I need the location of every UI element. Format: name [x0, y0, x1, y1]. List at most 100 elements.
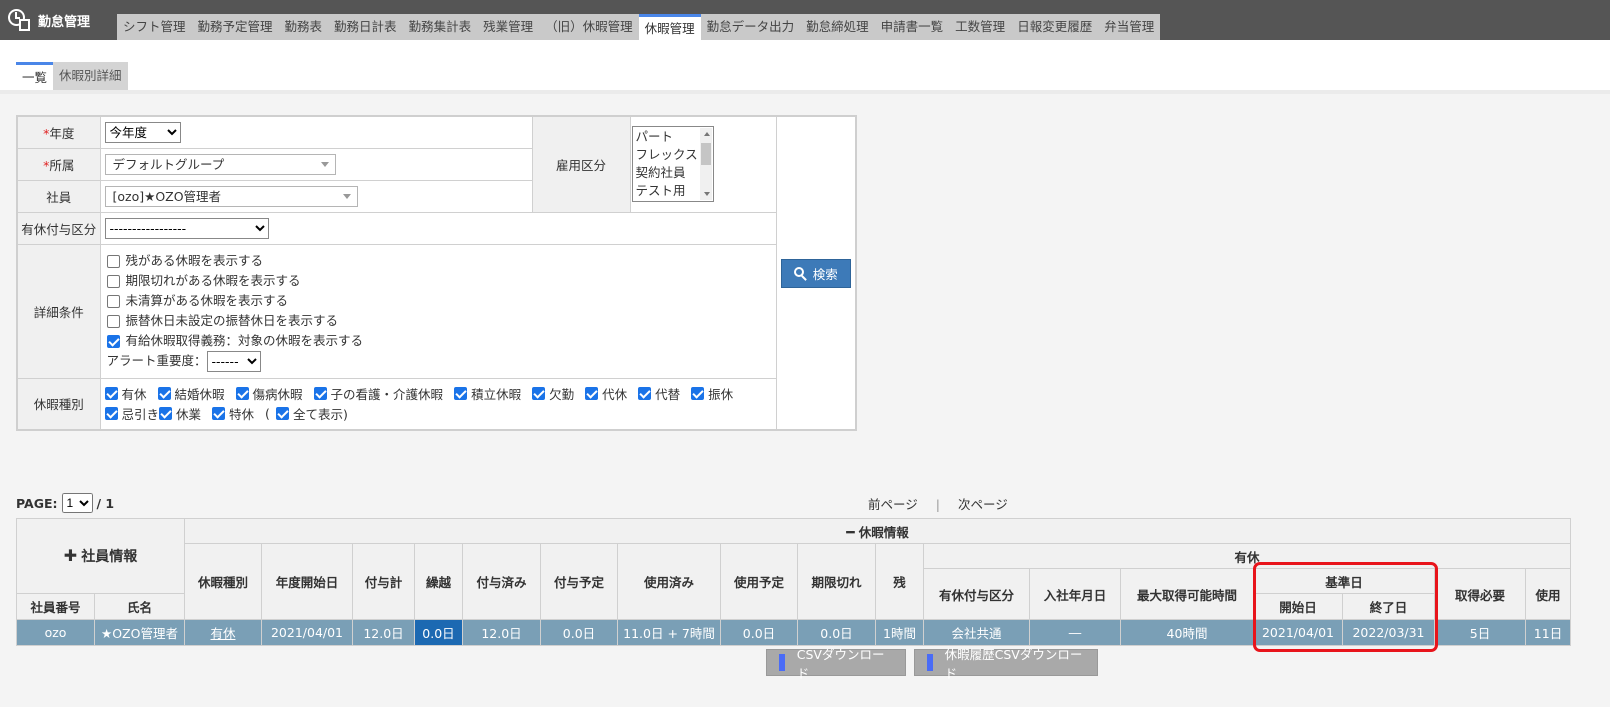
checkbox[interactable]: [106, 254, 120, 268]
tab-timesheet[interactable]: 勤務表: [278, 14, 329, 40]
employee-info-group[interactable]: ✚ 社員情報: [16, 518, 185, 594]
kind-option[interactable]: 代替: [638, 384, 680, 404]
cell-remaining: 1時間: [875, 619, 924, 646]
checkbox[interactable]: [106, 314, 120, 328]
csv-download-button[interactable]: CSVダウンロード: [766, 647, 906, 681]
detail-option[interactable]: 振替休日未設定の振替休日を表示する: [106, 311, 776, 331]
scroll-up-icon[interactable]: [703, 132, 710, 137]
tab-daily-report[interactable]: 勤務日計表: [328, 14, 403, 40]
cell-expired: 0.0日: [797, 619, 876, 646]
employee-label: 社員: [16, 179, 101, 213]
tab-closing[interactable]: 勤怠締処理: [800, 14, 875, 40]
col-start-date: 開始日: [1253, 593, 1343, 620]
checkbox: [454, 387, 468, 401]
detail-option[interactable]: 残がある休暇を表示する: [106, 251, 776, 271]
tab-applications[interactable]: 申請書一覧: [874, 14, 950, 40]
collapse-icon: ━: [846, 524, 855, 541]
tab-old-leave[interactable]: （旧）休暇管理: [539, 14, 639, 40]
cell-name: ★OZO管理者: [94, 619, 185, 646]
leave-kind-link[interactable]: 有休: [210, 626, 235, 641]
checkbox: [159, 407, 173, 421]
col-granted: 付与済み: [462, 543, 541, 620]
kind-checkboxes: 有休 結婚休暇 傷病休暇 子の看護・介護休暇 積立休暇 欠勤 代休 代替 振休 …: [101, 384, 767, 424]
kind-option[interactable]: 休業: [159, 404, 201, 424]
tab-leave[interactable]: 休暇管理: [638, 14, 701, 40]
kind-option[interactable]: 有休: [104, 384, 147, 404]
cell-emp-no: ozo: [16, 619, 95, 646]
show-all-option[interactable]: (全て表示): [265, 404, 348, 424]
cell-year-start: 2021/04/01: [261, 619, 353, 646]
csv-button-marker: [927, 654, 933, 671]
tab-schedule[interactable]: 勤務予定管理: [191, 14, 279, 40]
search-button[interactable]: 検索: [780, 258, 851, 288]
cell-grant-type: 会社共通: [923, 619, 1030, 646]
year-select[interactable]: 今年度: [104, 121, 181, 143]
kind-option[interactable]: 忌引き: [104, 404, 159, 424]
cell-grant-planned: 0.0日: [540, 619, 618, 646]
tab-bento[interactable]: 弁当管理: [1098, 14, 1161, 40]
page-select[interactable]: 1: [61, 493, 93, 513]
col-end-date: 終了日: [1342, 593, 1435, 620]
tab-summary[interactable]: 勤務集計表: [402, 14, 478, 40]
app-title-label: 勤怠管理: [38, 14, 91, 30]
leave-info-group[interactable]: ━ 休暇情報: [184, 518, 1571, 544]
pager: PAGE: 1 / 1: [16, 492, 114, 514]
next-page-link[interactable]: 次ページ: [958, 497, 1008, 512]
employee-combobox[interactable]: [ozo]★OZO管理者: [104, 185, 358, 207]
detail-option[interactable]: 有給休暇取得義務：対象の休暇を表示する: [106, 331, 776, 351]
col-carry-over: 繰越: [414, 543, 463, 620]
expand-icon: ✚: [63, 546, 78, 565]
alert-select[interactable]: ------: [206, 350, 261, 372]
col-use: 使用: [1525, 568, 1571, 620]
prev-page-link[interactable]: 前ページ: [868, 497, 918, 512]
tab-data-export[interactable]: 勤怠データ出力: [700, 14, 801, 40]
page-label: PAGE:: [16, 495, 58, 511]
page-total: / 1: [96, 495, 115, 511]
kind-option[interactable]: 結婚休暇: [157, 384, 225, 404]
checkbox[interactable]: [106, 294, 120, 308]
app-title[interactable]: 勤怠管理: [8, 7, 90, 33]
kind-option[interactable]: 欠勤: [532, 384, 574, 404]
checkbox: [638, 387, 652, 401]
detail-option[interactable]: 未清算がある休暇を表示する: [106, 291, 776, 311]
grant-type-select[interactable]: -----------------: [104, 217, 269, 239]
kind-option[interactable]: 特休: [212, 404, 254, 424]
scroll-down-icon[interactable]: [703, 192, 710, 197]
checkbox: [157, 387, 171, 401]
kind-option[interactable]: 代休: [585, 384, 627, 404]
alert-label: アラート重要度：: [106, 353, 207, 368]
cell-carry-over[interactable]: 0.0日: [414, 619, 463, 646]
table-row[interactable]: ozo ★OZO管理者 有休 2021/04/01 12.0日 0.0日 12.…: [16, 619, 1571, 646]
subtab-divider: [0, 90, 1610, 94]
cell-granted: 12.0日: [462, 619, 541, 646]
kind-option[interactable]: 子の看護・介護休暇: [313, 384, 443, 404]
col-expired: 期限切れ: [797, 543, 876, 620]
checkbox[interactable]: [106, 274, 120, 288]
chevron-down-icon: [320, 161, 329, 167]
kind-option[interactable]: 積立休暇: [454, 384, 521, 404]
col-remaining: 残: [875, 543, 924, 620]
checkbox: [313, 387, 327, 401]
employment-listbox[interactable]: パート フレックス 契約社員 テスト用: [631, 126, 714, 203]
sub-tabs: 一覧 休暇別詳細: [16, 62, 128, 90]
checkbox[interactable]: [106, 334, 120, 348]
leave-history-csv-button[interactable]: 休暇履歴CSVダウンロード: [914, 647, 1098, 681]
dept-label: *所属: [16, 147, 101, 181]
kind-option[interactable]: 傷病休暇: [235, 384, 303, 404]
listbox-scroll-thumb[interactable]: [700, 143, 711, 166]
dept-combobox[interactable]: デフォルトグループ: [104, 153, 336, 175]
subtab-list[interactable]: 一覧: [16, 62, 54, 90]
detail-option[interactable]: 期限切れがある休暇を表示する: [106, 271, 776, 291]
subtab-leave-detail[interactable]: 休暇別詳細: [53, 62, 128, 90]
col-hire-date: 入社年月日: [1029, 568, 1121, 620]
cell-max-hours: 40時間: [1120, 619, 1254, 646]
tab-man-hours[interactable]: 工数管理: [949, 14, 1012, 40]
tab-overtime[interactable]: 残業管理: [477, 14, 540, 40]
tab-report-history[interactable]: 日報変更履歴: [1011, 14, 1099, 40]
checkbox: [691, 387, 705, 401]
tab-shift[interactable]: シフト管理: [117, 14, 192, 40]
cell-end-date: 2022/03/31: [1342, 619, 1435, 646]
col-kind: 休暇種別: [184, 543, 262, 620]
cell-start-date: 2021/04/01: [1253, 619, 1343, 646]
kind-option[interactable]: 振休: [691, 384, 733, 404]
